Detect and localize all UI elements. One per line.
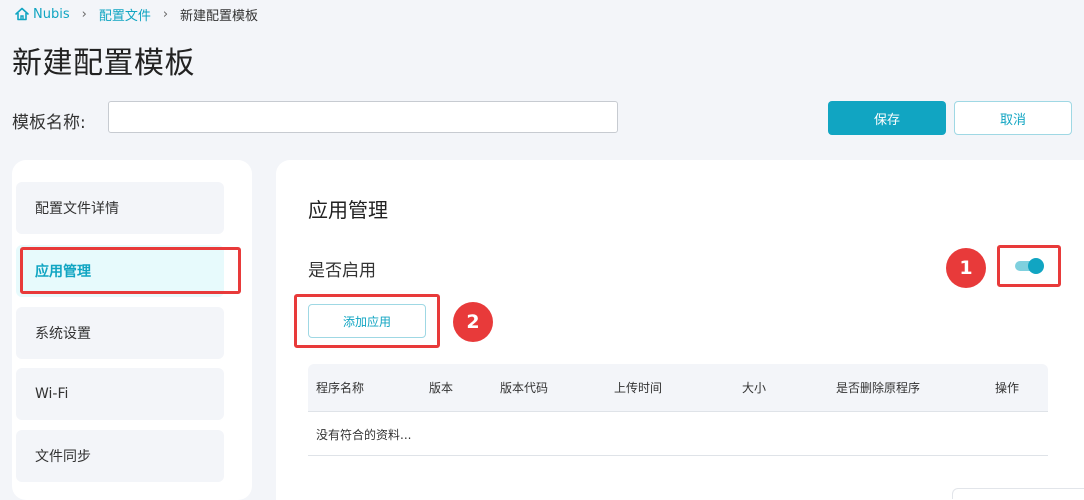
annotation-badge-1: 1 bbox=[946, 248, 986, 288]
breadcrumb-home[interactable]: Nubis bbox=[14, 6, 70, 22]
breadcrumb-item-current: 新建配置模板 bbox=[180, 8, 259, 24]
sidebar-item-profile-details[interactable]: 配置文件详情 bbox=[16, 182, 224, 234]
save-button[interactable]: 保存 bbox=[828, 101, 946, 135]
template-name-label: 模板名称: bbox=[12, 113, 86, 133]
highlight-box-sidebar bbox=[20, 247, 241, 294]
table-header: 程序名称 版本 版本代码 上传时间 大小 是否删除原程序 操作 bbox=[308, 364, 1048, 412]
breadcrumb-home-label: Nubis bbox=[33, 6, 70, 22]
column-header-upload-time[interactable]: 上传时间 bbox=[614, 379, 662, 396]
column-header-size[interactable]: 大小 bbox=[742, 379, 766, 396]
column-header-app-name[interactable]: 程序名称 bbox=[316, 379, 364, 396]
page-title: 新建配置模板 bbox=[12, 46, 195, 81]
floating-widget-edge[interactable] bbox=[952, 488, 1084, 499]
chevron-right-icon: › bbox=[81, 6, 87, 22]
column-header-version[interactable]: 版本 bbox=[429, 379, 453, 396]
column-header-version-code[interactable]: 版本代码 bbox=[500, 379, 548, 396]
enable-label: 是否启用 bbox=[308, 261, 376, 281]
home-icon bbox=[15, 7, 29, 21]
section-title: 应用管理 bbox=[308, 198, 388, 222]
sidebar-item-wifi[interactable]: Wi-Fi bbox=[16, 368, 224, 420]
highlight-box-add-app bbox=[294, 294, 440, 348]
table-empty-text: 没有符合的资料... bbox=[316, 428, 412, 442]
cancel-button[interactable]: 取消 bbox=[954, 101, 1072, 135]
breadcrumb: Nubis › 配置文件 › 新建配置模板 bbox=[14, 5, 259, 24]
sidebar-item-system-settings[interactable]: 系统设置 bbox=[16, 307, 224, 359]
column-header-actions: 操作 bbox=[995, 381, 1020, 395]
column-header-delete-original[interactable]: 是否删除原程序 bbox=[836, 379, 920, 396]
sidebar-item-file-sync[interactable]: 文件同步 bbox=[16, 430, 224, 482]
highlight-box-toggle bbox=[997, 245, 1061, 287]
template-name-input[interactable] bbox=[108, 101, 618, 133]
chevron-right-icon: › bbox=[162, 6, 169, 22]
table-row: 没有符合的资料... bbox=[308, 412, 1048, 456]
breadcrumb-item-profiles[interactable]: 配置文件 bbox=[99, 5, 151, 24]
annotation-badge-2: 2 bbox=[453, 302, 493, 342]
